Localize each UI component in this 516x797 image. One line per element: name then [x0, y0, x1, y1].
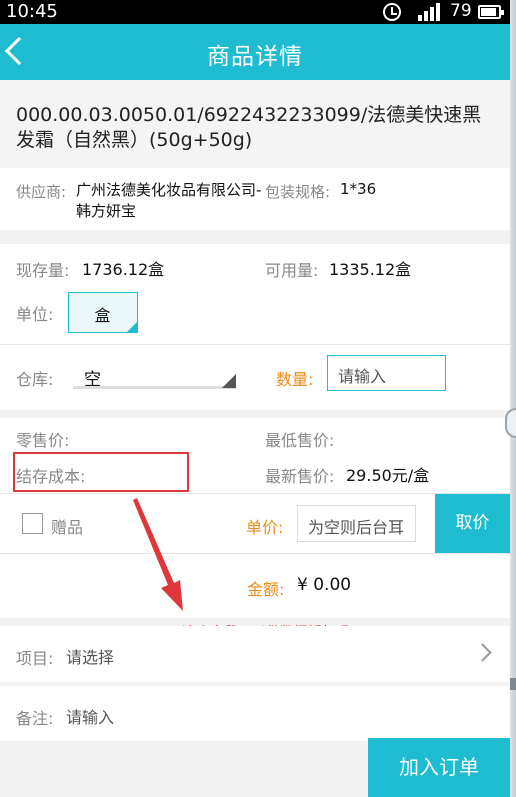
supplier-value: 广州法德美化妆品有限公司-韩方妍宝 — [76, 181, 262, 220]
gift-label: 赠品 — [51, 518, 84, 537]
unit-value: 盒 — [94, 306, 111, 325]
amount-value: ¥ 0.00 — [297, 575, 352, 595]
dropdown-arrow-icon[interactable] — [222, 374, 236, 388]
pack-spec-value: 1*36 — [340, 180, 377, 198]
phone-screen: 10:45 79 商品详情 000.00.03.0050.01/69224322… — [0, 0, 510, 797]
divider — [0, 344, 510, 345]
status-bar: 10:45 79 — [0, 0, 510, 24]
nav-bar: 商品详情 — [0, 24, 510, 80]
remark-label: 备注: — [16, 709, 54, 728]
divider — [0, 493, 510, 494]
quantity-input[interactable]: 请输入 — [327, 355, 446, 391]
battery-level: 79 — [450, 1, 472, 21]
battery-icon — [478, 5, 504, 19]
side-marker — [510, 678, 516, 690]
unit-label: 单位: — [16, 305, 54, 324]
project-label: 项目: — [16, 649, 54, 668]
latest-price-value: 29.50元/盒 — [346, 466, 430, 485]
pack-spec-label: 包装规格: — [265, 183, 331, 201]
on-hand-label: 现存量: — [16, 261, 70, 280]
unit-price-input[interactable]: 为空则后台耳 — [297, 505, 416, 542]
gift-checkbox[interactable] — [22, 513, 43, 534]
remark-input[interactable]: 请输入 — [66, 704, 114, 728]
side-handle — [505, 408, 516, 438]
selected-corner-icon — [127, 322, 137, 332]
available-label: 可用量: — [265, 261, 319, 280]
on-hand-value: 1736.12盒 — [82, 260, 165, 279]
supplier-label: 供应商: — [16, 183, 67, 201]
latest-price-label: 最新售价: — [265, 467, 335, 486]
available-value: 1335.12盒 — [329, 260, 412, 279]
divider — [0, 553, 510, 554]
warehouse-label: 仓库: — [16, 370, 54, 389]
product-name: 000.00.03.0050.01/6922432233099/法德美快速黑发霜… — [16, 104, 482, 151]
retail-price-label: 零售价: — [16, 431, 70, 450]
amount-label: 金额: — [247, 580, 285, 599]
get-price-button[interactable]: 取价 — [435, 494, 510, 553]
warehouse-dropdown-underline[interactable] — [73, 386, 236, 389]
alarm-icon — [383, 3, 401, 21]
signal-icon — [416, 3, 444, 21]
annotation-highlight-box — [13, 452, 189, 492]
unit-selector[interactable]: 盒 — [68, 292, 138, 333]
page-title: 商品详情 — [207, 44, 303, 70]
add-to-order-button[interactable]: 加入订单 — [368, 738, 510, 797]
annotation-arrow-icon — [133, 498, 183, 611]
project-value[interactable]: 请选择 — [66, 644, 114, 668]
status-time: 10:45 — [6, 1, 58, 22]
min-price-label: 最低售价: — [265, 431, 335, 450]
quantity-label: 数量: — [276, 370, 314, 389]
unit-price-label: 单价: — [246, 518, 284, 537]
